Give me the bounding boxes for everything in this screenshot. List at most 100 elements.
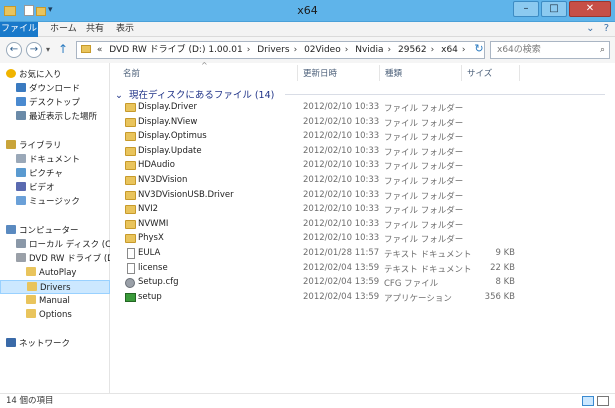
forward-button[interactable]: → bbox=[26, 42, 42, 58]
column-separator[interactable] bbox=[297, 65, 298, 81]
file-date: 2012/02/04 13:59 bbox=[303, 277, 380, 288]
close-button[interactable]: ✕ bbox=[569, 1, 611, 17]
table-row[interactable]: NVWMI 2012/02/10 10:33 ファイル フォルダー bbox=[121, 218, 601, 233]
search-icon[interactable]: ⌕ bbox=[600, 42, 605, 58]
table-row[interactable]: HDAudio 2012/02/10 10:33 ファイル フォルダー bbox=[121, 159, 601, 174]
breadcrumb-29562[interactable]: 29562 bbox=[398, 45, 427, 55]
tab-home[interactable]: ホーム bbox=[44, 22, 83, 37]
column-separator[interactable] bbox=[379, 65, 380, 81]
column-separator[interactable] bbox=[519, 65, 520, 81]
sidebar-item-[interactable]: ネットワーク bbox=[0, 337, 110, 351]
table-row[interactable]: Display.Update 2012/02/10 10:33 ファイル フォルダー bbox=[121, 145, 601, 160]
column-header-name[interactable]: 名前 bbox=[123, 67, 140, 81]
file-name: NVI2 bbox=[138, 204, 159, 215]
collapse-chevron-icon[interactable]: ⌄ bbox=[115, 90, 123, 101]
refresh-icon[interactable]: ↻ bbox=[472, 42, 486, 58]
file-name: license bbox=[138, 262, 168, 273]
table-row[interactable]: Setup.cfg 2012/02/04 13:59 CFG ファイル 8 KB bbox=[121, 276, 601, 291]
sidebar-item-label: DVD RW ドライブ (D: bbox=[29, 254, 110, 264]
column-header-size[interactable]: サイズ bbox=[467, 67, 492, 81]
column-separator[interactable] bbox=[461, 65, 462, 81]
sidebar-item-[interactable]: ピクチャ bbox=[0, 167, 110, 181]
folder-icon bbox=[125, 219, 136, 229]
folder-icon bbox=[26, 295, 36, 304]
tab-share[interactable]: 共有 bbox=[80, 22, 110, 37]
sidebar-item-label: コンピューター bbox=[19, 226, 79, 236]
table-row[interactable]: license 2012/02/04 13:59 テキスト ドキュメント 22 KB bbox=[121, 262, 601, 277]
video-icon bbox=[16, 182, 26, 191]
music-icon bbox=[16, 196, 26, 205]
sidebar-item-[interactable]: ダウンロード bbox=[0, 82, 110, 96]
folder-icon bbox=[125, 117, 136, 127]
item-count: 14 個の項目 bbox=[6, 396, 54, 406]
search-placeholder: x64の検索 bbox=[497, 45, 541, 55]
table-row[interactable]: NV3DVisionUSB.Driver 2012/02/10 10:33 ファイル… bbox=[121, 189, 601, 204]
sidebar-item-dvdrwd[interactable]: DVD RW ドライブ (D: bbox=[0, 252, 110, 266]
tab-view[interactable]: 表示 bbox=[110, 22, 140, 37]
network-icon bbox=[6, 338, 16, 347]
folder-icon bbox=[125, 190, 136, 200]
column-header-type[interactable]: 種類 bbox=[385, 67, 402, 81]
sidebar-item-c[interactable]: ローカル ディスク (C:) bbox=[0, 238, 110, 252]
large-icons-view-icon[interactable] bbox=[597, 396, 609, 406]
sidebar-item-autoplay[interactable]: AutoPlay bbox=[0, 266, 110, 280]
table-row[interactable]: Display.Driver 2012/02/10 10:33 ファイル フォルダー bbox=[121, 101, 601, 116]
breadcrumb-dvd-drive[interactable]: DVD RW ドライブ (D:) 1.00.01 bbox=[109, 45, 242, 55]
table-row[interactable]: EULA 2012/01/28 11:57 テキスト ドキュメント 9 KB bbox=[121, 247, 601, 262]
help-icon[interactable]: ? bbox=[604, 23, 609, 34]
column-header-date[interactable]: 更新日時 bbox=[303, 67, 337, 81]
status-bar: 14 個の項目 bbox=[0, 393, 615, 408]
breadcrumb-x64[interactable]: x64 bbox=[441, 45, 458, 55]
back-button[interactable]: ← bbox=[6, 42, 22, 58]
sidebar-item-[interactable]: ビデオ bbox=[0, 181, 110, 195]
folder-icon bbox=[125, 205, 136, 215]
table-row[interactable]: PhysX 2012/02/10 10:33 ファイル フォルダー bbox=[121, 232, 601, 247]
sidebar-item-[interactable]: ライブラリ bbox=[0, 139, 110, 153]
sidebar-item-[interactable]: デスクトップ bbox=[0, 96, 110, 110]
sidebar-item-label: ライブラリ bbox=[19, 141, 62, 151]
breadcrumb-nvidia[interactable]: Nvidia bbox=[355, 45, 383, 55]
table-row[interactable]: NVI2 2012/02/10 10:33 ファイル フォルダー bbox=[121, 203, 601, 218]
search-input[interactable]: x64の検索 ⌕ bbox=[490, 41, 610, 59]
file-type: テキスト ドキュメント bbox=[384, 250, 472, 260]
group-header[interactable]: ⌄ 現在ディスクにあるファイル (14) bbox=[115, 87, 605, 101]
maximize-button[interactable]: □ bbox=[541, 1, 567, 17]
sidebar-item-label: Options bbox=[39, 310, 72, 320]
sidebar-item-options[interactable]: Options bbox=[0, 308, 110, 322]
recent-places-icon bbox=[16, 111, 26, 120]
sidebar-item-drivers[interactable]: Drivers bbox=[0, 280, 110, 294]
table-row[interactable]: setup 2012/02/04 13:59 アプリケーション 356 KB bbox=[121, 291, 601, 306]
pictures-icon bbox=[16, 168, 26, 177]
navigation-bar: ← → ▾ ↑ « DVD RW ドライブ (D:) 1.00.01 › Driv… bbox=[0, 37, 615, 63]
ribbon-expand-icon[interactable]: ⌄ bbox=[586, 23, 594, 34]
sidebar-item-manual[interactable]: Manual bbox=[0, 294, 110, 308]
breadcrumb-drivers[interactable]: Drivers bbox=[257, 45, 289, 55]
recent-locations-chevron-icon[interactable]: ▾ bbox=[46, 45, 50, 54]
folder-icon bbox=[125, 176, 136, 185]
sidebar-item-[interactable]: お気に入り bbox=[0, 68, 110, 82]
tab-file[interactable]: ファイル bbox=[0, 22, 38, 37]
address-bar[interactable]: « DVD RW ドライブ (D:) 1.00.01 › Drivers › 02V… bbox=[76, 41, 485, 59]
sidebar-item-[interactable]: 最近表示した場所 bbox=[0, 110, 110, 124]
folder-icon bbox=[125, 234, 136, 244]
ribbon: ファイル ホーム 共有 表示 ⌄ ? bbox=[0, 22, 615, 37]
file-type: ファイル フォルダー bbox=[384, 220, 464, 231]
file-date: 2012/02/10 10:33 bbox=[303, 160, 380, 171]
breadcrumb-02video[interactable]: 02Video bbox=[304, 45, 341, 55]
table-row[interactable]: NV3DVision 2012/02/10 10:33 ファイル フォルダー bbox=[121, 174, 601, 189]
file-name: NV3DVision bbox=[138, 175, 188, 185]
details-view-icon[interactable] bbox=[582, 396, 594, 406]
computer-icon bbox=[6, 225, 16, 234]
up-arrow-icon[interactable]: ↑ bbox=[58, 42, 68, 56]
file-size: 22 KB bbox=[490, 262, 515, 273]
sidebar-item-[interactable]: コンピューター bbox=[0, 224, 110, 238]
file-date: 2012/02/10 10:33 bbox=[303, 175, 380, 185]
minimize-button[interactable]: – bbox=[513, 1, 539, 17]
table-row[interactable]: Display.NView 2012/02/10 10:33 ファイル フォルダー bbox=[121, 116, 601, 131]
sidebar-item-[interactable]: ミュージック bbox=[0, 195, 110, 209]
file-type: テキスト ドキュメント bbox=[384, 264, 472, 275]
table-row[interactable]: Display.Optimus 2012/02/10 10:33 ファイル フォルダ… bbox=[121, 130, 601, 145]
sidebar-item-label: ネットワーク bbox=[19, 339, 71, 349]
file-date: 2012/02/10 10:33 bbox=[303, 218, 380, 229]
sidebar-item-[interactable]: ドキュメント bbox=[0, 153, 110, 167]
